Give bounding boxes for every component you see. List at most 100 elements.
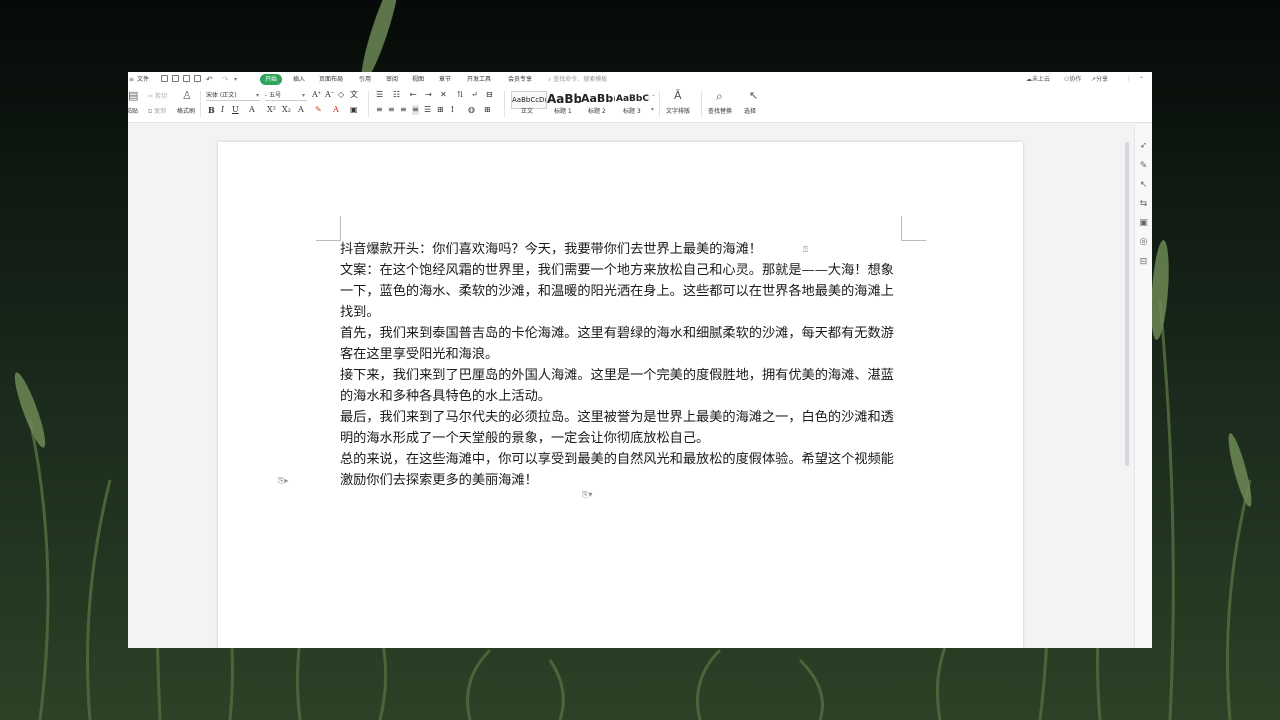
style-heading1-label[interactable]: 标题 1 bbox=[554, 108, 572, 116]
font-name-select[interactable]: 宋体 (正文) bbox=[206, 91, 260, 101]
format-painter-button[interactable]: 格式刷 bbox=[177, 107, 195, 116]
bold-icon[interactable]: B bbox=[208, 105, 215, 115]
align-center-icon[interactable]: ≡ bbox=[388, 105, 395, 115]
tab-view[interactable]: 视图 bbox=[409, 74, 427, 85]
text-effect-icon[interactable]: A bbox=[298, 105, 304, 115]
document-paragraph[interactable]: 接下来，我们来到了巴厘岛的外国人海滩。这里是一个完美的度假胜地，拥有优美的海滩、… bbox=[340, 365, 902, 407]
collab-button[interactable]: ⚇协作 bbox=[1064, 74, 1081, 85]
grow-font-icon[interactable]: Aᐩ bbox=[312, 90, 321, 100]
font-size-arrow-icon[interactable]: ▾ bbox=[302, 91, 305, 100]
image-icon[interactable]: ▣ bbox=[1139, 219, 1148, 228]
document-body[interactable]: 抖音爆款开头：你们喜欢海吗？今天，我要带你们去世界上最美的海滩！ 文案：在这个饱… bbox=[340, 239, 902, 491]
char-border-icon[interactable]: ▣ bbox=[350, 105, 358, 115]
format-painter-icon[interactable]: ♙ bbox=[182, 90, 192, 101]
document-paragraph[interactable]: 抖音爆款开头：你们喜欢海吗？今天，我要带你们去世界上最美的海滩！ bbox=[340, 239, 902, 260]
distribute-icon[interactable]: ☰ bbox=[424, 105, 431, 115]
subscript-icon[interactable]: X₂ bbox=[282, 105, 291, 115]
tab-chapter[interactable]: 章节 bbox=[436, 74, 454, 85]
paragraph-handle-icon[interactable]: ⎘▸ bbox=[278, 476, 288, 486]
document-page[interactable]: 抖音爆款开头：你们喜欢海吗？今天，我要带你们去世界上最美的海滩！ 文案：在这个饱… bbox=[218, 142, 1023, 648]
tab-page-layout[interactable]: 页面布局 bbox=[316, 74, 346, 85]
cursor-icon[interactable]: ↖ bbox=[1139, 181, 1148, 190]
cut-button[interactable]: ✂ 剪切 bbox=[148, 92, 167, 101]
document-paragraph[interactable]: 文案：在这个饱经风霜的世界里，我们需要一个地方来放松自己和心灵。那就是——大海！… bbox=[340, 260, 902, 323]
strikethrough-icon[interactable]: A bbox=[249, 105, 255, 115]
decrease-indent-icon[interactable]: ⇤ bbox=[410, 90, 417, 100]
style-heading3-label[interactable]: 标题 3 bbox=[623, 108, 641, 116]
paste-button[interactable]: 粘贴 bbox=[128, 107, 138, 116]
table-tools-icon[interactable]: ⊟ bbox=[486, 90, 493, 100]
find-replace-button[interactable]: 查找替换 bbox=[708, 107, 732, 116]
print-preview-icon[interactable] bbox=[194, 75, 201, 82]
adjust-icon[interactable]: ⇆ bbox=[1139, 200, 1148, 209]
text-layout-button[interactable]: 文字排版 bbox=[666, 107, 690, 116]
cloud-status[interactable]: ☁未上云 bbox=[1026, 74, 1050, 85]
increase-indent-icon[interactable]: ⇥ bbox=[425, 90, 432, 100]
style-heading2-label[interactable]: 标题 2 bbox=[588, 108, 606, 116]
align-left-icon[interactable]: ≡ bbox=[376, 105, 383, 115]
chinese-layout-icon[interactable]: ✕ bbox=[440, 90, 447, 100]
location-icon[interactable]: ◎ bbox=[1139, 238, 1148, 247]
redo-icon[interactable]: ↷ bbox=[222, 74, 229, 85]
styles-scroll-icon[interactable]: ⌃ bbox=[651, 93, 656, 102]
more-options-icon[interactable]: ⋮ bbox=[1126, 74, 1132, 85]
export-pdf-icon[interactable] bbox=[172, 75, 179, 82]
select-cursor-icon[interactable]: ↖ bbox=[749, 90, 758, 102]
select-button[interactable]: 选择 bbox=[744, 107, 756, 116]
show-marks-icon[interactable]: ↵ bbox=[471, 90, 478, 100]
text-layout-icon[interactable]: Ā bbox=[674, 90, 682, 102]
copy-button[interactable]: ⧉ 复制 bbox=[148, 107, 166, 116]
styles-expand-icon[interactable]: ▾ bbox=[651, 105, 654, 114]
search-command-box[interactable]: ⌕ 查找命令、搜索模板 bbox=[548, 74, 607, 85]
sort-icon[interactable]: ⇅ bbox=[457, 90, 464, 100]
tab-member[interactable]: 会员专享 bbox=[505, 74, 535, 85]
style-heading3-preview[interactable]: AaBbC( bbox=[616, 91, 650, 107]
undo-icon[interactable]: ↶ bbox=[206, 74, 213, 85]
document-paragraph[interactable]: 首先，我们来到泰国普吉岛的卡伦海滩。这里有碧绿的海水和细腻柔软的沙滩，每天都有无… bbox=[340, 323, 902, 365]
paste-icon[interactable]: ▤ bbox=[128, 90, 138, 101]
copy-label: 复制 bbox=[154, 108, 167, 115]
shrink-font-icon[interactable]: Aᐨ bbox=[325, 90, 334, 100]
share-button[interactable]: ↗分享 bbox=[1091, 74, 1108, 85]
font-name-dropdown-icon[interactable]: ▾ bbox=[256, 91, 259, 100]
find-replace-icon[interactable]: ⌕ bbox=[716, 90, 723, 102]
numbered-list-icon[interactable]: ☷ bbox=[393, 90, 400, 100]
italic-icon[interactable]: I bbox=[221, 105, 224, 115]
style-heading1-preview[interactable]: AaBb bbox=[547, 91, 581, 107]
bullet-list-icon[interactable]: ☰ bbox=[376, 90, 383, 100]
pen-icon[interactable]: ✎ bbox=[1139, 162, 1148, 171]
collapse-ribbon-icon[interactable]: ⌃ bbox=[1139, 74, 1144, 85]
customize-arrow-icon[interactable]: ▾ bbox=[234, 74, 237, 85]
tab-home[interactable]: 开始 bbox=[260, 74, 283, 85]
tab-review[interactable]: 审阅 bbox=[383, 74, 401, 85]
borders-icon[interactable]: ⊞ bbox=[484, 105, 491, 115]
scrollbar-thumb[interactable] bbox=[1125, 142, 1129, 466]
shading-icon[interactable]: ◍ bbox=[468, 105, 475, 115]
book-icon[interactable]: ⊟ bbox=[1139, 258, 1148, 267]
align-right-icon[interactable]: ≡ bbox=[400, 105, 407, 115]
file-menu[interactable]: 文件 bbox=[137, 74, 149, 85]
style-normal-preview[interactable]: AaBbCcDd bbox=[511, 91, 547, 109]
print-icon[interactable] bbox=[183, 75, 190, 82]
rocket-icon[interactable]: ➶ bbox=[1139, 142, 1148, 151]
line-spacing-icon[interactable]: ↕ bbox=[449, 105, 456, 115]
pinyin-icon[interactable]: 文 bbox=[350, 90, 358, 100]
save-icon[interactable] bbox=[161, 75, 168, 82]
document-paragraph[interactable]: 总的来说，在这些海滩中，你可以享受到最美的自然风光和最放松的度假体验。希望这个视… bbox=[340, 449, 902, 491]
font-color-icon[interactable]: A bbox=[333, 105, 339, 115]
style-normal-label[interactable]: 正文 bbox=[521, 108, 533, 116]
style-heading2-preview[interactable]: AaBb( bbox=[581, 91, 615, 107]
tab-developer[interactable]: 开发工具 bbox=[464, 74, 494, 85]
paste-options-icon[interactable]: ⎘▾ bbox=[582, 490, 592, 500]
justify-icon[interactable]: ≡ bbox=[412, 105, 419, 115]
clear-format-icon[interactable]: ◇ bbox=[338, 90, 344, 100]
document-paragraph[interactable]: 最后，我们来到了马尔代夫的必须拉岛。这里被誉为是世界上最美的海滩之一，白色的沙滩… bbox=[340, 407, 902, 449]
column-icon[interactable]: ⊞ bbox=[437, 105, 444, 115]
underline-icon[interactable]: U bbox=[232, 105, 239, 115]
tab-references[interactable]: 引用 bbox=[356, 74, 374, 85]
menu-icon[interactable]: ≡ bbox=[129, 74, 134, 85]
highlight-icon[interactable]: ✎ bbox=[315, 105, 322, 115]
font-size-select[interactable]: - 五号 bbox=[265, 91, 307, 101]
tab-insert[interactable]: 插入 bbox=[290, 74, 308, 85]
superscript-icon[interactable]: X² bbox=[267, 105, 276, 115]
